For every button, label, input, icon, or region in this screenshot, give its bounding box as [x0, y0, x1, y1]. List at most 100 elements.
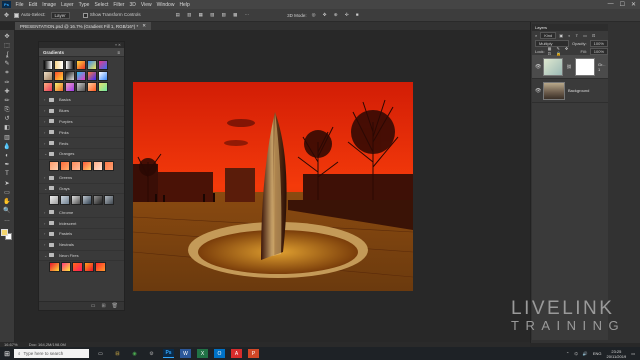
shape-tool-icon[interactable]: ▭ — [3, 189, 12, 196]
gradient-swatch[interactable] — [65, 82, 75, 92]
filter-icons[interactable]: ▣ ◐ T ▭ ⊡ — [559, 33, 597, 38]
color-swatches[interactable] — [1, 228, 13, 241]
gradient-folder-pinks[interactable]: › Pinks — [39, 127, 124, 139]
gradient-folder-reds[interactable]: › Reds — [39, 138, 124, 149]
gradient-swatch[interactable] — [98, 60, 108, 70]
eraser-tool-icon[interactable]: ◧ — [3, 125, 12, 132]
menu-select[interactable]: Select — [92, 2, 111, 8]
gradient-swatch[interactable] — [87, 82, 97, 92]
clock[interactable]: 23:25 20/11/2019 — [606, 349, 626, 359]
menu-image[interactable]: Image — [40, 2, 59, 8]
type-tool-icon[interactable]: T — [3, 171, 12, 178]
gradient-swatch[interactable] — [43, 71, 53, 81]
settings-icon[interactable]: ⚙ — [146, 349, 157, 358]
menu-edit[interactable]: Edit — [26, 2, 40, 8]
opacity-field[interactable]: 100% — [589, 39, 608, 47]
notifications-icon[interactable]: ▭ — [631, 351, 635, 356]
document-tab[interactable]: PRESENTATION.psd @ 16.7% (Gradient Fill … — [15, 22, 151, 30]
close-icon[interactable]: ✕ — [631, 1, 636, 8]
layer-mask-thumbnail[interactable] — [574, 57, 595, 76]
taskbar-search-box[interactable]: ⌕ Type here to search — [14, 349, 89, 358]
gradient-swatch[interactable] — [95, 262, 106, 273]
gradient-swatch[interactable] — [93, 160, 103, 171]
move-tool-icon[interactable]: ✥ — [4, 12, 9, 19]
language-indicator[interactable]: ENG — [593, 351, 602, 356]
gradient-swatch[interactable] — [104, 195, 114, 206]
task-view-icon[interactable]: ▭ — [95, 349, 106, 358]
auto-select-dropdown[interactable]: Layer — [50, 11, 70, 19]
gradient-folder-greens[interactable]: › Greens — [39, 173, 124, 184]
gradient-folder-neon-fires[interactable]: ⌄ Neon Fires — [39, 251, 124, 262]
gradient-swatch[interactable] — [60, 262, 71, 273]
gradient-folder-pastels[interactable]: › Pastels — [39, 229, 124, 240]
gradient-swatch[interactable] — [93, 195, 103, 206]
quick-select-tool-icon[interactable]: ✎ — [3, 61, 12, 68]
visibility-eye-icon[interactable]: 👁 — [535, 64, 541, 70]
menu-type[interactable]: Type — [76, 2, 92, 8]
layer-background[interactable]: 👁 Background — [532, 79, 608, 103]
auto-select-checkbox[interactable]: Auto-Select: — [14, 12, 46, 18]
healing-tool-icon[interactable]: ✚ — [3, 88, 12, 95]
gradient-swatch[interactable] — [54, 82, 64, 92]
gradient-swatch[interactable] — [54, 60, 64, 70]
gradients-panel-title[interactable]: Gradients — [43, 50, 64, 55]
hand-tool-icon[interactable]: ✋ — [3, 198, 12, 205]
outlook-icon[interactable]: O — [214, 349, 225, 358]
network-icon[interactable]: ⌬ — [574, 351, 578, 356]
menu-view[interactable]: View — [138, 2, 154, 8]
gradient-swatch[interactable] — [76, 60, 86, 70]
more-tools-icon[interactable]: … — [3, 217, 12, 224]
align-icons[interactable]: ▤ ▥ ▦ ▧ ▨ ▩ ⋯ — [176, 12, 253, 18]
pen-tool-icon[interactable]: ✒ — [3, 162, 12, 169]
gradient-tool-icon[interactable]: ▥ — [3, 134, 12, 141]
new-gradient-icon[interactable]: ⊞ — [101, 303, 105, 309]
new-group-icon[interactable]: ▭ — [91, 303, 96, 309]
gradient-swatch[interactable] — [65, 60, 75, 70]
tab-close-icon[interactable]: ✕ — [142, 23, 146, 29]
move-tool-icon[interactable]: ✥ — [3, 33, 12, 40]
gradient-folder-oranges[interactable]: ⌄ Oranges — [39, 149, 124, 160]
gradient-swatch[interactable] — [60, 160, 70, 171]
windows-start-icon[interactable]: ⊞ — [0, 347, 14, 360]
gradient-swatch[interactable] — [43, 82, 53, 92]
dodge-tool-icon[interactable]: ◐ — [3, 152, 12, 159]
gradient-swatch[interactable] — [82, 195, 92, 206]
gradient-swatch[interactable] — [49, 195, 59, 206]
gradient-swatch[interactable] — [87, 71, 97, 81]
blur-tool-icon[interactable]: 💧 — [3, 143, 12, 150]
transform-controls-checkbox[interactable]: Show Transform Controls — [82, 12, 141, 18]
marquee-tool-icon[interactable]: ⬚ — [3, 42, 12, 49]
visibility-eye-icon[interactable]: 👁 — [535, 88, 541, 94]
gradient-folder-purples[interactable]: › Purples — [39, 117, 124, 128]
menu-layer[interactable]: Layer — [59, 2, 77, 8]
powerpoint-icon[interactable]: P — [248, 349, 259, 358]
gradient-swatch[interactable] — [98, 71, 108, 81]
stamp-tool-icon[interactable]: ⎘ — [3, 107, 12, 114]
gradient-swatch[interactable] — [54, 71, 64, 81]
gradient-swatch[interactable] — [49, 160, 59, 171]
fill-field[interactable]: 100% — [589, 47, 608, 55]
gradient-folder-blues[interactable]: › Blues — [39, 106, 124, 117]
word-icon[interactable]: W — [180, 349, 191, 358]
menu-filter[interactable]: Filter — [111, 2, 127, 8]
menu-window[interactable]: Window — [154, 2, 177, 8]
gradient-swatch[interactable] — [76, 71, 86, 81]
maximize-icon[interactable]: ☐ — [620, 1, 625, 8]
3d-mode-icons[interactable]: ◎ ✥ ⊕ ✣ ■ — [312, 12, 362, 18]
gradient-folder-iridescent[interactable]: › Iridescent — [39, 218, 124, 229]
gradient-swatch[interactable] — [49, 262, 60, 273]
eyedropper-tool-icon[interactable]: ✑ — [3, 79, 12, 86]
gradient-swatch[interactable] — [71, 195, 81, 206]
lock-icons[interactable]: ▦ ✎ ✥ ⊡ 🔒 — [548, 46, 578, 56]
acrobat-icon[interactable]: A — [231, 349, 242, 358]
gradient-swatch[interactable] — [43, 60, 53, 70]
layer-gradient-fill[interactable]: 👁 ⛓ Gr... 1 — [532, 55, 608, 79]
menu-file[interactable]: File — [13, 2, 26, 8]
photoshop-logo-icon[interactable]: Ps — [2, 1, 11, 8]
chrome-icon[interactable]: ◉ — [129, 349, 140, 358]
trash-icon[interactable]: 🗑 — [112, 303, 118, 309]
filter-search-icon[interactable]: ⌕ — [535, 33, 537, 38]
tab-layers[interactable]: Layers — [535, 25, 547, 30]
panel-menu-icon[interactable]: ≡ — [117, 50, 120, 55]
tray-chevron-icon[interactable]: ⌃ — [566, 351, 569, 356]
